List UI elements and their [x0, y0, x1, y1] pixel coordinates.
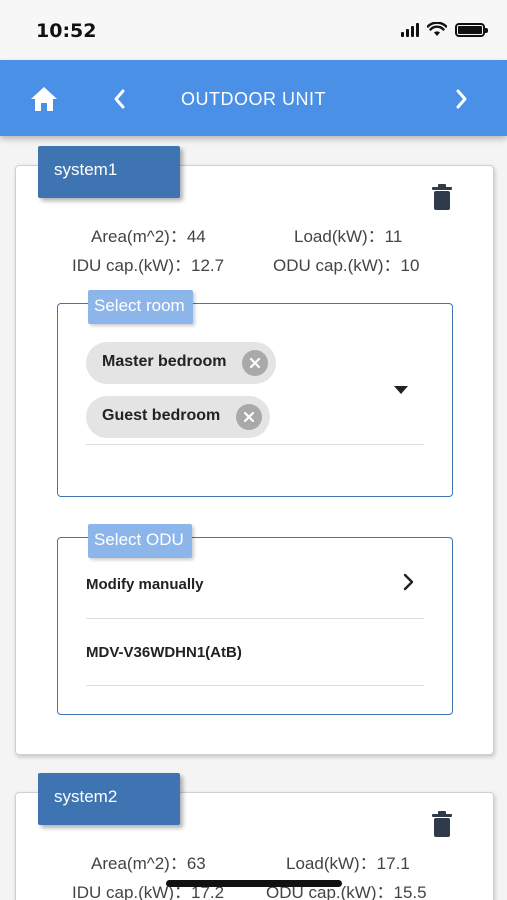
divider [86, 618, 424, 619]
system-name-tag: system2 [38, 773, 180, 825]
status-icons [401, 22, 488, 37]
chevron-right-icon[interactable] [402, 572, 416, 592]
room-chip: Guest bedroom [86, 396, 271, 438]
odu-capacity-value: ODU cap.(kW)：10 [273, 256, 420, 275]
divider [86, 685, 424, 686]
select-room-label: Select room [88, 290, 193, 324]
system-name-tag: system1 [38, 146, 180, 198]
cellular-signal-icon [401, 22, 419, 37]
system-card: system1 Area(m^2)：44 Load(kW)：11 IDU cap… [15, 146, 494, 755]
close-circle-icon[interactable] [242, 350, 269, 376]
trash-icon[interactable] [431, 811, 453, 837]
idu-capacity-value: IDU cap.(kW)：12.7 [72, 256, 225, 275]
battery-icon [455, 22, 488, 37]
status-time: 10:52 [36, 20, 97, 42]
close-circle-icon[interactable] [236, 404, 263, 430]
odu-model-option[interactable]: MDV-V36WDHN1(AtB) [86, 644, 242, 661]
area-value: Area(m^2)：44 [91, 227, 206, 246]
divider [86, 444, 424, 445]
room-chip: Master bedroom [86, 342, 277, 384]
status-bar: 10:52 [0, 0, 507, 60]
area-value: Area(m^2)：63 [91, 854, 206, 873]
home-indicator[interactable] [166, 880, 342, 887]
page-title: OUTDOOR UNIT [181, 89, 326, 109]
select-odu-label: Select ODU [88, 524, 192, 558]
modify-manually-option[interactable]: Modify manually [86, 576, 204, 593]
load-value: Load(kW)：11 [294, 227, 403, 246]
trash-icon[interactable] [431, 184, 453, 210]
room-chip-label: Guest bedroom [102, 407, 221, 424]
room-chip-label: Master bedroom [102, 353, 227, 370]
chevron-right-icon[interactable] [451, 84, 473, 114]
caret-down-icon[interactable] [394, 386, 408, 394]
load-value: Load(kW)：17.1 [286, 854, 410, 873]
select-room-box[interactable]: Select room Master bedroom Guest bedroom [57, 290, 453, 497]
select-odu-box: Select ODU Modify manually MDV-V36WDHN1(… [57, 524, 453, 715]
wifi-icon [427, 22, 447, 36]
nav-bar: OUTDOOR UNIT [0, 60, 507, 136]
